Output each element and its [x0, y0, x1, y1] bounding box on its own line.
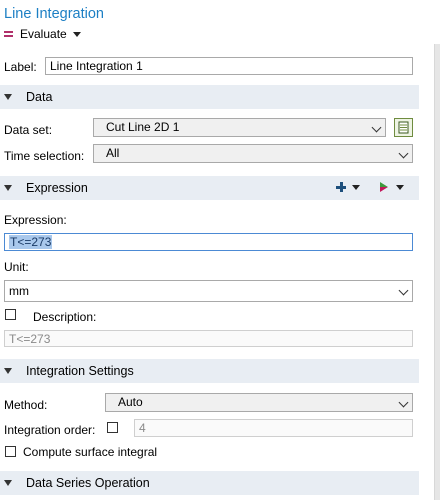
- scrollbar[interactable]: [434, 44, 440, 500]
- replace-expression-button[interactable]: [378, 181, 404, 193]
- dataset-label: Data set:: [4, 123, 53, 137]
- unit-label: Unit:: [4, 260, 29, 274]
- chevron-down-icon: [398, 285, 409, 296]
- collapse-triangle-icon: [4, 185, 12, 191]
- compute-surface-checkbox[interactable]: [5, 446, 16, 457]
- section-data-title: Data: [26, 90, 53, 104]
- replace-expression-icon: [380, 182, 388, 192]
- integration-order-field: 4: [134, 419, 413, 437]
- section-data-header[interactable]: Data: [0, 85, 419, 109]
- description-field: T<=273: [4, 330, 413, 347]
- add-expression-button[interactable]: [336, 182, 360, 192]
- collapse-triangle-icon: [4, 480, 12, 486]
- time-selection-select[interactable]: All: [93, 144, 413, 163]
- chevron-down-icon: [371, 122, 382, 133]
- integration-order-checkbox[interactable]: [107, 422, 118, 433]
- collapse-triangle-icon: [4, 94, 12, 100]
- plot-dataset-button[interactable]: [394, 118, 413, 137]
- section-integration-title: Integration Settings: [26, 364, 134, 378]
- dropdown-caret-icon: [352, 184, 360, 190]
- label-field-label: Label:: [4, 60, 37, 74]
- description-checkbox[interactable]: [5, 309, 16, 320]
- expression-value: T<=273: [9, 235, 53, 249]
- method-value: Auto: [118, 395, 143, 409]
- section-expression-title: Expression: [26, 181, 88, 195]
- dataset-value: Cut Line 2D 1: [106, 120, 180, 134]
- unit-select[interactable]: mm: [4, 280, 413, 302]
- unit-value: mm: [9, 284, 29, 298]
- equals-icon: [4, 30, 14, 38]
- panel-title: Line Integration: [4, 6, 104, 22]
- evaluate-button[interactable]: Evaluate: [4, 27, 81, 41]
- label-field[interactable]: Line Integration 1: [45, 57, 413, 75]
- chevron-down-icon: [398, 148, 409, 159]
- collapse-triangle-icon: [4, 368, 12, 374]
- plot-dataset-icon: [398, 121, 409, 134]
- compute-surface-label: Compute surface integral: [23, 445, 158, 459]
- section-integration-header[interactable]: Integration Settings: [0, 359, 419, 383]
- evaluate-label: Evaluate: [20, 27, 67, 41]
- dropdown-caret-icon: [72, 31, 81, 37]
- expression-input[interactable]: T<=273: [4, 233, 413, 251]
- time-selection-label: Time selection:: [4, 149, 85, 163]
- time-selection-value: All: [106, 146, 120, 160]
- section-dataseries-header[interactable]: Data Series Operation: [0, 471, 419, 495]
- method-label: Method:: [4, 398, 48, 412]
- expression-label: Expression:: [4, 213, 67, 227]
- dropdown-caret-icon: [396, 184, 404, 190]
- integration-order-label: Integration order:: [4, 423, 96, 437]
- section-dataseries-title: Data Series Operation: [26, 476, 150, 490]
- dataset-select[interactable]: Cut Line 2D 1: [93, 118, 386, 137]
- description-label: Description:: [33, 310, 97, 324]
- add-icon: [336, 182, 346, 192]
- method-select[interactable]: Auto: [105, 393, 413, 412]
- chevron-down-icon: [398, 397, 409, 408]
